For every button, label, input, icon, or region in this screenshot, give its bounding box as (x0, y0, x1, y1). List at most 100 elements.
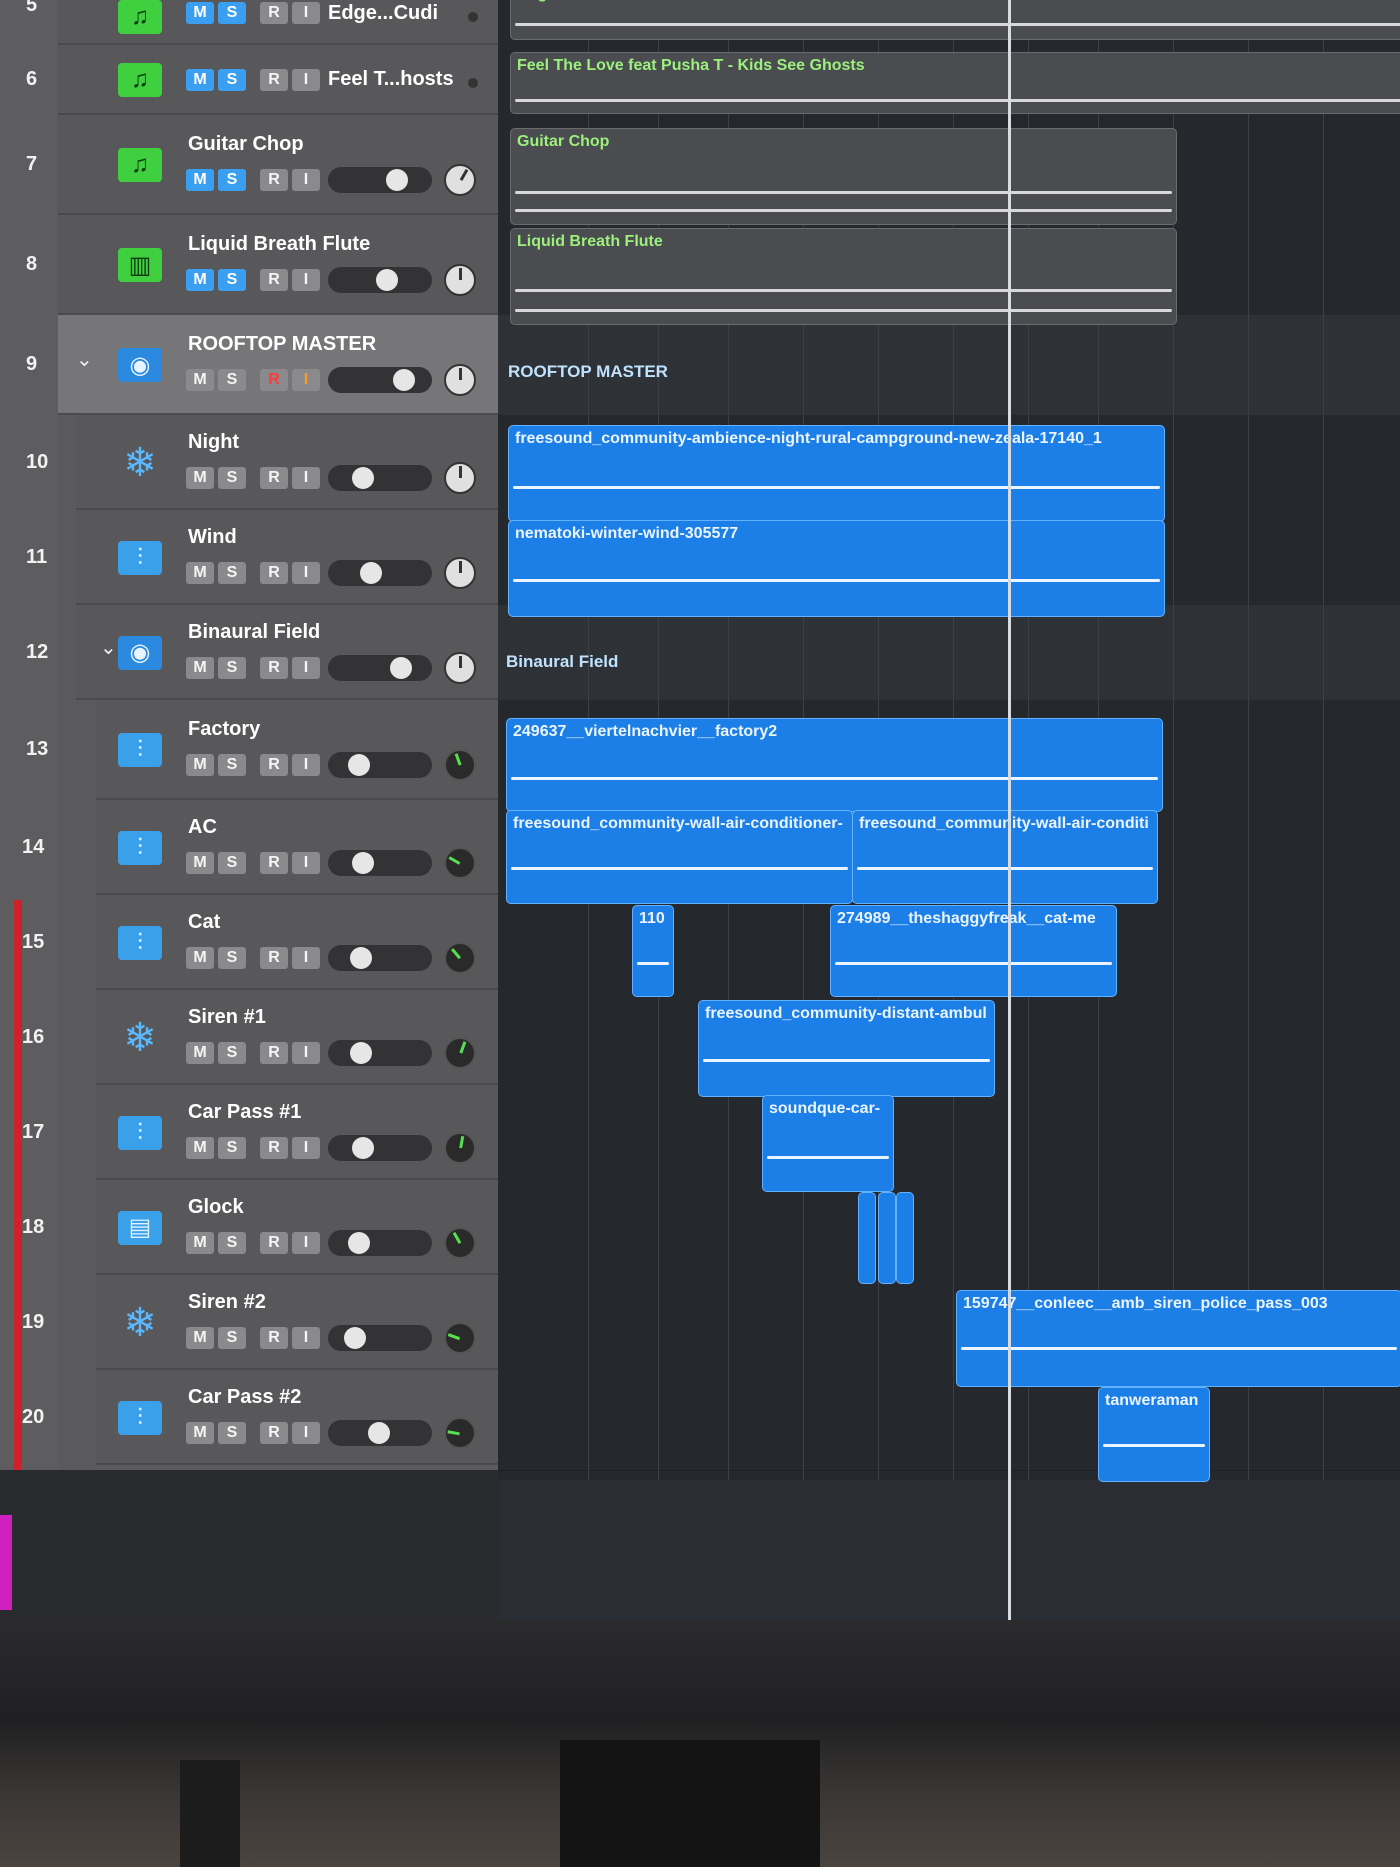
input-monitor-button[interactable]: I (292, 269, 320, 291)
solo-button[interactable]: S (218, 561, 246, 584)
pan-knob[interactable] (444, 749, 476, 781)
solo-button[interactable]: S (218, 1421, 246, 1444)
input-monitor-button[interactable]: I (292, 946, 320, 969)
solo-button[interactable]: S (218, 369, 246, 391)
mute-button[interactable]: M (186, 754, 214, 776)
track-name[interactable]: AC (188, 816, 217, 839)
track-name[interactable]: Binaural Field (188, 621, 320, 644)
input-monitor-button[interactable]: I (292, 169, 320, 191)
track-header[interactable]: ⫶ Wind M S R I (76, 510, 498, 605)
volume-fader[interactable] (328, 849, 432, 876)
record-enable-button[interactable]: R (260, 1326, 288, 1349)
audio-region[interactable]: Guitar Chop (510, 128, 1177, 225)
volume-fader[interactable] (328, 1229, 432, 1256)
audio-region[interactable] (896, 1192, 914, 1284)
fader-knob[interactable] (350, 946, 372, 969)
input-monitor-button[interactable]: I (292, 754, 320, 776)
fader-knob[interactable] (350, 1041, 372, 1064)
mute-button[interactable]: M (186, 851, 214, 874)
pan-knob[interactable] (444, 1036, 476, 1069)
mute-button[interactable]: M (186, 269, 214, 291)
mute-button[interactable]: M (186, 1326, 214, 1349)
mute-button[interactable]: M (186, 656, 214, 679)
audio-region[interactable] (878, 1192, 896, 1284)
mute-button[interactable]: M (186, 1041, 214, 1064)
pan-knob[interactable] (444, 164, 476, 196)
fader-knob[interactable] (360, 561, 382, 584)
volume-fader[interactable] (328, 167, 432, 193)
input-monitor-button[interactable]: I (292, 1136, 320, 1159)
record-enable-button[interactable]: R (260, 656, 288, 679)
fader-knob[interactable] (393, 369, 415, 391)
track-header[interactable]: ▥ Liquid Breath Flute M S R I (58, 215, 498, 315)
input-monitor-button[interactable]: I (292, 466, 320, 489)
pan-knob[interactable] (444, 1321, 476, 1354)
record-enable-button[interactable]: R (260, 1136, 288, 1159)
record-enable-button[interactable]: R (260, 269, 288, 291)
track-name[interactable]: Cat (188, 911, 220, 934)
track-name[interactable]: Wind (188, 526, 237, 549)
audio-region[interactable]: 274989__theshaggyfreak__cat-me (830, 905, 1117, 997)
solo-button[interactable]: S (218, 656, 246, 679)
track-name[interactable]: Factory (188, 718, 260, 741)
track-header[interactable]: ⌄ ◉ ROOFTOP MASTER M S R I (58, 315, 498, 415)
pan-knob[interactable] (444, 264, 476, 296)
track-header[interactable]: ⫶ Factory M S R I (96, 700, 498, 800)
track-header[interactable]: ❄ Siren #2 M S R I (96, 1275, 498, 1370)
audio-region[interactable]: 110 (632, 905, 674, 997)
volume-fader[interactable] (328, 1324, 432, 1351)
solo-button[interactable]: S (218, 69, 246, 91)
arrange-area[interactable]: Edge Of The Earth Post Mortem Boredom - … (498, 0, 1400, 1620)
track-name[interactable]: Siren #1 (188, 1006, 266, 1029)
track-header[interactable]: ⫶ Car Pass #1 M S R I (96, 1085, 498, 1180)
volume-fader[interactable] (328, 464, 432, 491)
track-header[interactable]: ⫶ Cat M S R I (96, 895, 498, 990)
mute-button[interactable]: M (186, 1231, 214, 1254)
disclosure-chevron-icon[interactable]: ⌄ (100, 635, 117, 660)
mute-button[interactable]: M (186, 466, 214, 489)
volume-fader[interactable] (328, 1039, 432, 1066)
input-monitor-button[interactable]: I (292, 851, 320, 874)
input-monitor-button[interactable]: I (292, 369, 320, 391)
track-name[interactable]: Car Pass #2 (188, 1386, 301, 1409)
mute-button[interactable]: M (186, 169, 214, 191)
pan-knob[interactable] (444, 461, 476, 494)
audio-region[interactable]: freesound_community-ambience-night-rural… (508, 425, 1165, 522)
pan-knob[interactable] (444, 1131, 476, 1164)
solo-button[interactable]: S (218, 851, 246, 874)
audio-region[interactable]: Feel The Love feat Pusha T - Kids See Gh… (510, 52, 1400, 114)
track-header[interactable]: ⫶ Car Pass #2 M S R I (96, 1370, 498, 1465)
audio-region[interactable]: freesound_community-wall-air-conditi (852, 810, 1158, 904)
track-name[interactable]: ROOFTOP MASTER (188, 333, 376, 356)
pan-knob[interactable] (444, 556, 476, 589)
track-lane[interactable] (498, 1085, 1400, 1181)
solo-button[interactable]: S (218, 466, 246, 489)
mute-button[interactable]: M (186, 369, 214, 391)
mute-button[interactable]: M (186, 1421, 214, 1444)
track-header[interactable]: ♫ Feel T...hosts M S R I (58, 45, 498, 115)
record-enable-button[interactable]: R (260, 754, 288, 776)
solo-button[interactable]: S (218, 1231, 246, 1254)
record-enable-button[interactable]: R (260, 466, 288, 489)
mute-button[interactable]: M (186, 69, 214, 91)
fader-knob[interactable] (348, 754, 370, 776)
input-monitor-button[interactable]: I (292, 656, 320, 679)
solo-button[interactable]: S (218, 169, 246, 191)
audio-region[interactable] (858, 1192, 876, 1284)
track-name[interactable]: Night (188, 431, 239, 454)
track-header[interactable]: ❄ Night M S R I (76, 415, 498, 510)
record-enable-button[interactable]: R (260, 851, 288, 874)
pan-knob[interactable] (444, 364, 476, 396)
record-enable-button[interactable]: R (260, 946, 288, 969)
track-header[interactable]: ▤ Glock M S R I (96, 1180, 498, 1275)
solo-button[interactable]: S (218, 1326, 246, 1349)
audio-region[interactable]: soundque-car- (762, 1095, 894, 1192)
audio-region[interactable]: 159747__conleec__amb_siren_police_pass_0… (956, 1290, 1400, 1387)
track-header[interactable]: ♫ Edge...Cudi M S R I (58, 0, 498, 45)
audio-region[interactable]: freesound_community-distant-ambul (698, 1000, 995, 1097)
solo-button[interactable]: S (218, 754, 246, 776)
mute-button[interactable]: M (186, 561, 214, 584)
audio-region[interactable]: freesound_community-wall-air-conditioner… (506, 810, 853, 904)
track-name[interactable]: Guitar Chop (188, 133, 304, 156)
mute-button[interactable]: M (186, 946, 214, 969)
